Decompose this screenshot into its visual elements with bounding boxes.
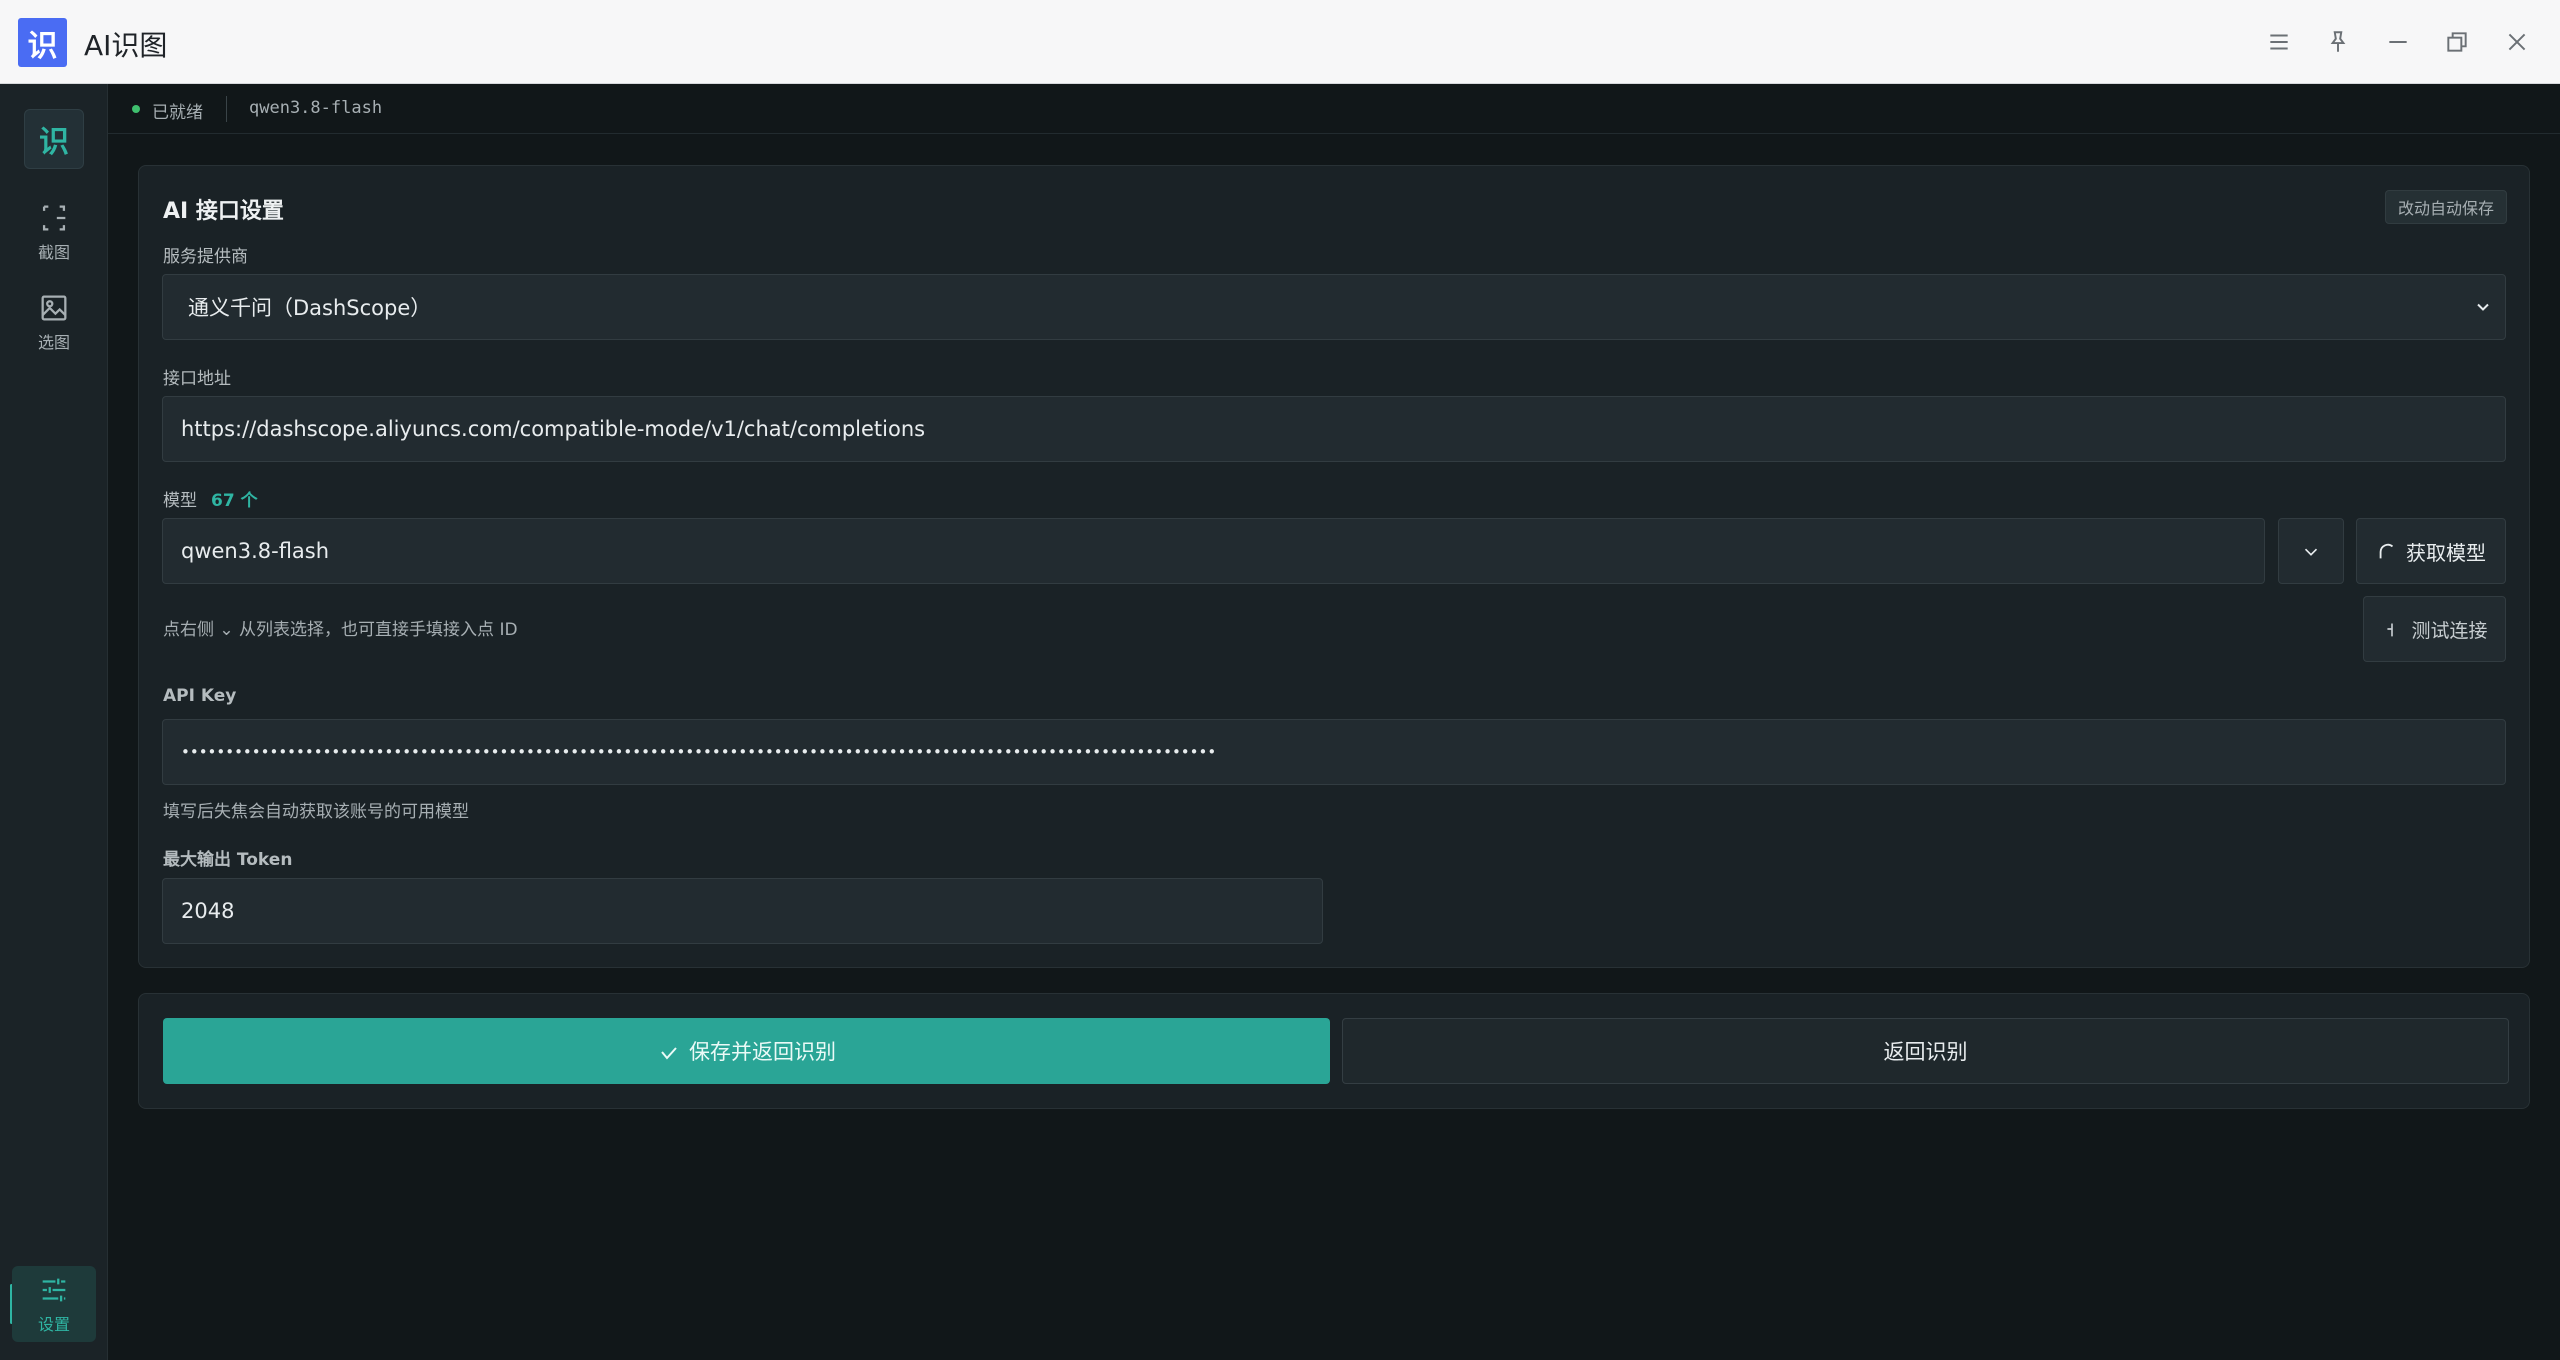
sidebar-item-label: 截图 xyxy=(37,243,70,262)
endpoint-label: 接口地址 xyxy=(163,369,231,389)
model-count: 67 个 xyxy=(211,491,258,511)
plug-icon xyxy=(2387,623,2394,637)
title-bar: 识 AI识图 xyxy=(0,0,2560,84)
check-icon xyxy=(661,1047,677,1060)
sidebar-item-screenshot[interactable]: 截图 xyxy=(12,194,96,270)
model-value: qwen3.8-flash xyxy=(181,539,330,563)
max-tokens-input[interactable]: 2048 xyxy=(162,878,1323,944)
panel-title: AI 接口设置 xyxy=(163,199,284,224)
sidebar-logo: 识 xyxy=(24,109,84,169)
max-tokens-label: 最大输出 Token xyxy=(163,850,293,870)
pin-icon xyxy=(2330,31,2346,52)
screenshot-icon xyxy=(42,205,66,231)
fetch-models-button[interactable]: 获取模型 xyxy=(2356,518,2506,584)
status-model: qwen3.8-flash xyxy=(249,98,383,118)
chevron-down-icon xyxy=(2304,548,2318,556)
chevron-down-icon xyxy=(2477,303,2489,311)
close-button[interactable] xyxy=(2499,24,2535,60)
provider-label: 服务提供商 xyxy=(163,247,248,267)
app-window: 识 AI识图 识 截图 选图 设置 已就绪 qwen3.8-flash AI 接… xyxy=(0,0,2560,1360)
test-connection-button[interactable]: 测试连接 xyxy=(2363,596,2506,662)
restore-icon xyxy=(2447,32,2467,52)
return-button[interactable]: 返回识别 xyxy=(1342,1018,2509,1084)
endpoint-value: https://dashscope.aliyuncs.com/compatibl… xyxy=(181,417,926,441)
model-label: 模型 67 个 xyxy=(163,486,258,511)
api-key-value: ••••••••••••••••••••••••••••••••••••••••… xyxy=(181,743,1217,761)
actions-panel: 保存并返回识别 返回识别 xyxy=(138,993,2530,1109)
status-dot xyxy=(132,105,140,113)
save-and-return-label: 保存并返回识别 xyxy=(689,1040,836,1064)
sidebar-item-label: 选图 xyxy=(37,333,70,352)
api-key-label: API Key xyxy=(163,686,237,706)
sliders-icon xyxy=(42,1278,66,1302)
restore-button[interactable] xyxy=(2439,24,2475,60)
api-settings-panel: AI 接口设置 改动自动保存 服务提供商 通义千问（DashScope） 接口地… xyxy=(138,165,2530,968)
model-input[interactable]: qwen3.8-flash xyxy=(162,518,2265,584)
provider-select[interactable]: 通义千问（DashScope） xyxy=(162,274,2506,340)
model-hint: 点右侧 ⌄ 从列表选择，也可直接手填接入点 ID xyxy=(163,620,518,640)
model-label-text: 模型 xyxy=(163,491,197,511)
refresh-icon xyxy=(2379,543,2394,559)
sidebar-item-select-image[interactable]: 选图 xyxy=(12,284,96,360)
menu-button[interactable] xyxy=(2261,24,2297,60)
endpoint-input[interactable]: https://dashscope.aliyuncs.com/compatibl… xyxy=(162,396,2506,462)
api-key-hint: 填写后失焦会自动获取该账号的可用模型 xyxy=(163,802,469,822)
return-label: 返回识别 xyxy=(1883,1040,1968,1064)
app-title: AI识图 xyxy=(84,29,168,62)
test-connection-label: 测试连接 xyxy=(2411,619,2488,642)
minimize-button[interactable] xyxy=(2380,24,2416,60)
save-and-return-button[interactable]: 保存并返回识别 xyxy=(163,1018,1330,1084)
status-text: 已就绪 xyxy=(152,103,203,123)
app-logo: 识 xyxy=(18,18,67,67)
status-bar: 已就绪 qwen3.8-flash xyxy=(108,84,2560,134)
minimize-icon xyxy=(2389,41,2407,43)
image-icon xyxy=(41,295,67,321)
autosave-badge: 改动自动保存 xyxy=(2384,190,2507,224)
model-dropdown-button[interactable] xyxy=(2278,518,2344,584)
provider-value: 通义千问（DashScope） xyxy=(188,296,432,320)
sidebar-item-label: 设置 xyxy=(37,1315,70,1334)
sidebar: 识 截图 选图 设置 xyxy=(0,84,108,1360)
fetch-models-label: 获取模型 xyxy=(2406,540,2486,565)
status-divider xyxy=(226,96,227,122)
pin-button[interactable] xyxy=(2320,24,2356,60)
max-tokens-value: 2048 xyxy=(181,899,235,923)
api-key-input[interactable]: ••••••••••••••••••••••••••••••••••••••••… xyxy=(162,719,2506,785)
menu-icon xyxy=(2270,34,2288,50)
sidebar-item-settings[interactable]: 设置 xyxy=(12,1266,96,1342)
close-icon xyxy=(2508,33,2526,51)
